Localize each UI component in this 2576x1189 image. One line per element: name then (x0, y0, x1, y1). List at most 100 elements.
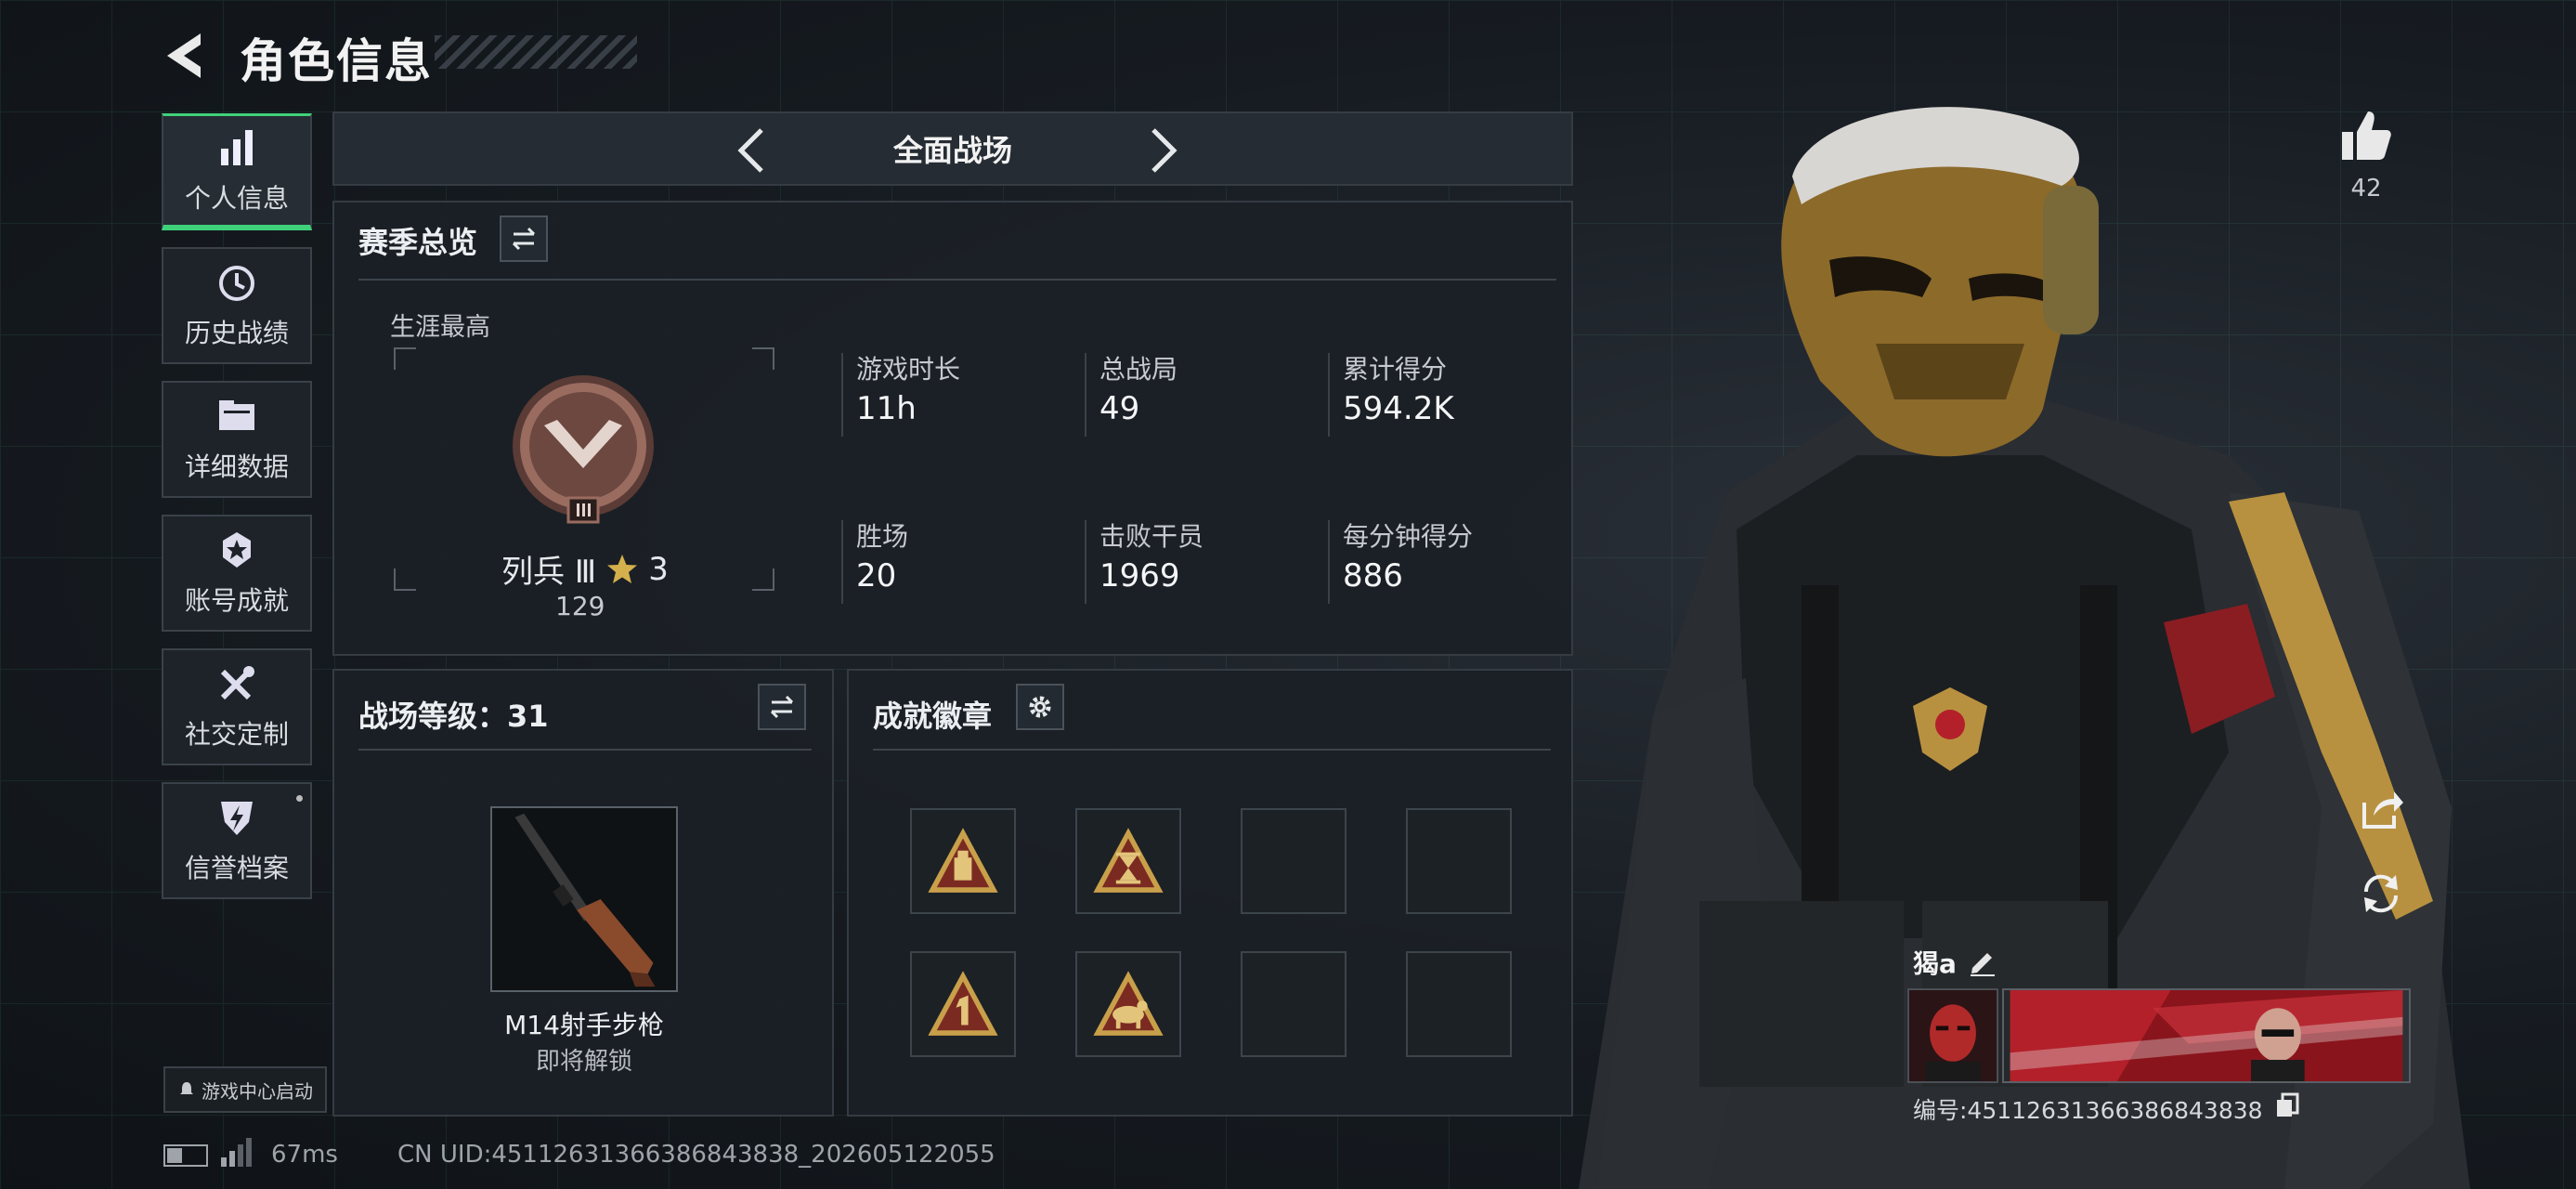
bell-icon (180, 1082, 193, 1094)
ping-value: 67ms (271, 1141, 338, 1169)
bar-chart-icon (221, 129, 253, 165)
stat-separator (1328, 353, 1330, 437)
stat-value-play-time: 11h (856, 390, 917, 427)
stat-separator (1328, 520, 1330, 604)
badges-title: 成就徽章 (873, 699, 993, 734)
divider (358, 749, 812, 751)
stat-separator (841, 520, 843, 604)
badges-settings-button[interactable] (1016, 684, 1064, 730)
prev-mode-button[interactable] (724, 121, 784, 180)
badge-beast-icon (1093, 971, 1164, 1036)
stat-label-total-score: 累计得分 (1343, 354, 1448, 385)
sidebar-item-personal-info[interactable]: 个人信息 (162, 113, 312, 230)
rank-name: 列兵 Ⅲ (501, 554, 597, 591)
folder-icon (219, 400, 254, 430)
player-avatar[interactable] (1907, 988, 1998, 1083)
shield-bolt-icon (221, 802, 253, 835)
banner-image (2010, 990, 2403, 1081)
career-high-label: 生涯最高 (390, 313, 490, 342)
copy-id-button[interactable] (2275, 1092, 2299, 1118)
stat-label-kills: 击败干员 (1099, 521, 1204, 552)
badge-slot-empty[interactable] (1406, 951, 1512, 1057)
battery-icon (163, 1144, 208, 1167)
weapon-name: M14射手步枪 (504, 1010, 664, 1040)
player-id: 编号:4511263136638684383​8 (1913, 1097, 2263, 1124)
refresh-icon (2363, 874, 2399, 913)
avatar-portrait (1909, 990, 1997, 1081)
rifle-icon (514, 813, 656, 987)
stat-label-wins: 胜场 (856, 521, 909, 552)
signal-icon (221, 1138, 252, 1167)
swap-icon (512, 227, 536, 251)
back-button[interactable] (160, 28, 215, 84)
badge-tower-icon (928, 828, 998, 893)
season-overview-title: 赛季总览 (358, 225, 478, 260)
rank-stars: 3 (648, 550, 669, 588)
badge-slot[interactable] (1075, 808, 1181, 914)
season-switch-button[interactable] (500, 216, 548, 262)
frame-corner (752, 347, 774, 370)
sidebar-item-label: 个人信息 (184, 182, 289, 214)
swap-icon (770, 695, 794, 719)
refresh-button[interactable] (2355, 868, 2407, 920)
stat-value-total-score: 594.2K (1343, 390, 1454, 427)
uid-text: CN UID:4511263136638684383​8_20260512205… (397, 1141, 995, 1169)
mode-selector: 全面战场 (332, 111, 1573, 186)
sidebar-item-details[interactable]: 详细数据 (162, 381, 312, 498)
sidebar-item-reputation[interactable]: 信誉档案 (162, 782, 312, 899)
frame-corner (752, 568, 774, 591)
stat-value-total-matches: 49 (1099, 390, 1140, 427)
title-decoration (435, 35, 637, 69)
frame-corner (394, 568, 416, 591)
badge-slot[interactable] (910, 808, 1016, 914)
copy-icon (2277, 1092, 2299, 1117)
badge-number-one-icon (928, 971, 998, 1036)
rank-title-row: 列兵 Ⅲ 3 (501, 546, 687, 592)
like-count: 42 (2350, 175, 2382, 203)
divider (873, 749, 1551, 751)
pencil-icon (1971, 953, 1995, 976)
thumbs-up-icon (2342, 111, 2391, 160)
edit-name-button[interactable] (1967, 946, 1998, 977)
badge-slot[interactable] (910, 951, 1016, 1057)
stat-value-wins: 20 (856, 557, 897, 594)
share-button[interactable] (2355, 784, 2407, 836)
sidebar-item-label: 账号成就 (184, 585, 289, 616)
game-center-launch-button[interactable]: 游戏中心启动 (163, 1066, 327, 1113)
sidebar-item-label: 历史战绩 (184, 318, 289, 348)
stat-value-score-per-minute: 886 (1343, 557, 1403, 594)
sidebar-item-achievements[interactable]: 账号成就 (162, 515, 312, 632)
stat-separator (1085, 353, 1086, 437)
rank-points: 129 (555, 591, 605, 621)
page-title: 角色信息 (240, 34, 433, 88)
mode-title: 全面战场 (892, 133, 1012, 168)
sidebar-item-history[interactable]: 历史战绩 (162, 247, 312, 364)
medal-icon (223, 532, 251, 568)
launch-label: 游戏中心启动 (202, 1079, 313, 1103)
battle-level-switch-button[interactable] (758, 684, 806, 730)
player-name: 猲a (1913, 948, 1957, 979)
divider (358, 279, 1556, 281)
battle-level-title: 战场等级：31 (358, 699, 549, 734)
next-mode-button[interactable] (1131, 121, 1190, 180)
frame-corner (394, 347, 416, 370)
tools-icon (220, 666, 254, 700)
weapon-preview[interactable] (490, 806, 678, 992)
sidebar-item-label: 信誉档案 (184, 853, 289, 883)
rank-emblem-icon (513, 375, 654, 524)
stat-label-play-time: 游戏时长 (856, 354, 961, 385)
weapon-status: 即将解锁 (535, 1048, 632, 1076)
history-clock-icon (219, 266, 254, 301)
sidebar-item-social[interactable]: 社交定制 (162, 648, 312, 765)
badge-hourglass-icon (1093, 828, 1164, 893)
badge-slot-empty[interactable] (1406, 808, 1512, 914)
badge-slot-empty[interactable] (1241, 951, 1347, 1057)
badge-slot[interactable] (1075, 951, 1181, 1057)
sidebar-item-label: 社交定制 (184, 719, 289, 750)
back-arrow-icon (167, 33, 201, 78)
badge-slot-empty[interactable] (1241, 808, 1347, 914)
name-card-banner[interactable] (2002, 988, 2411, 1083)
like-button[interactable] (2336, 106, 2396, 165)
stat-separator (1085, 520, 1086, 604)
stat-value-kills: 1969 (1099, 557, 1180, 594)
